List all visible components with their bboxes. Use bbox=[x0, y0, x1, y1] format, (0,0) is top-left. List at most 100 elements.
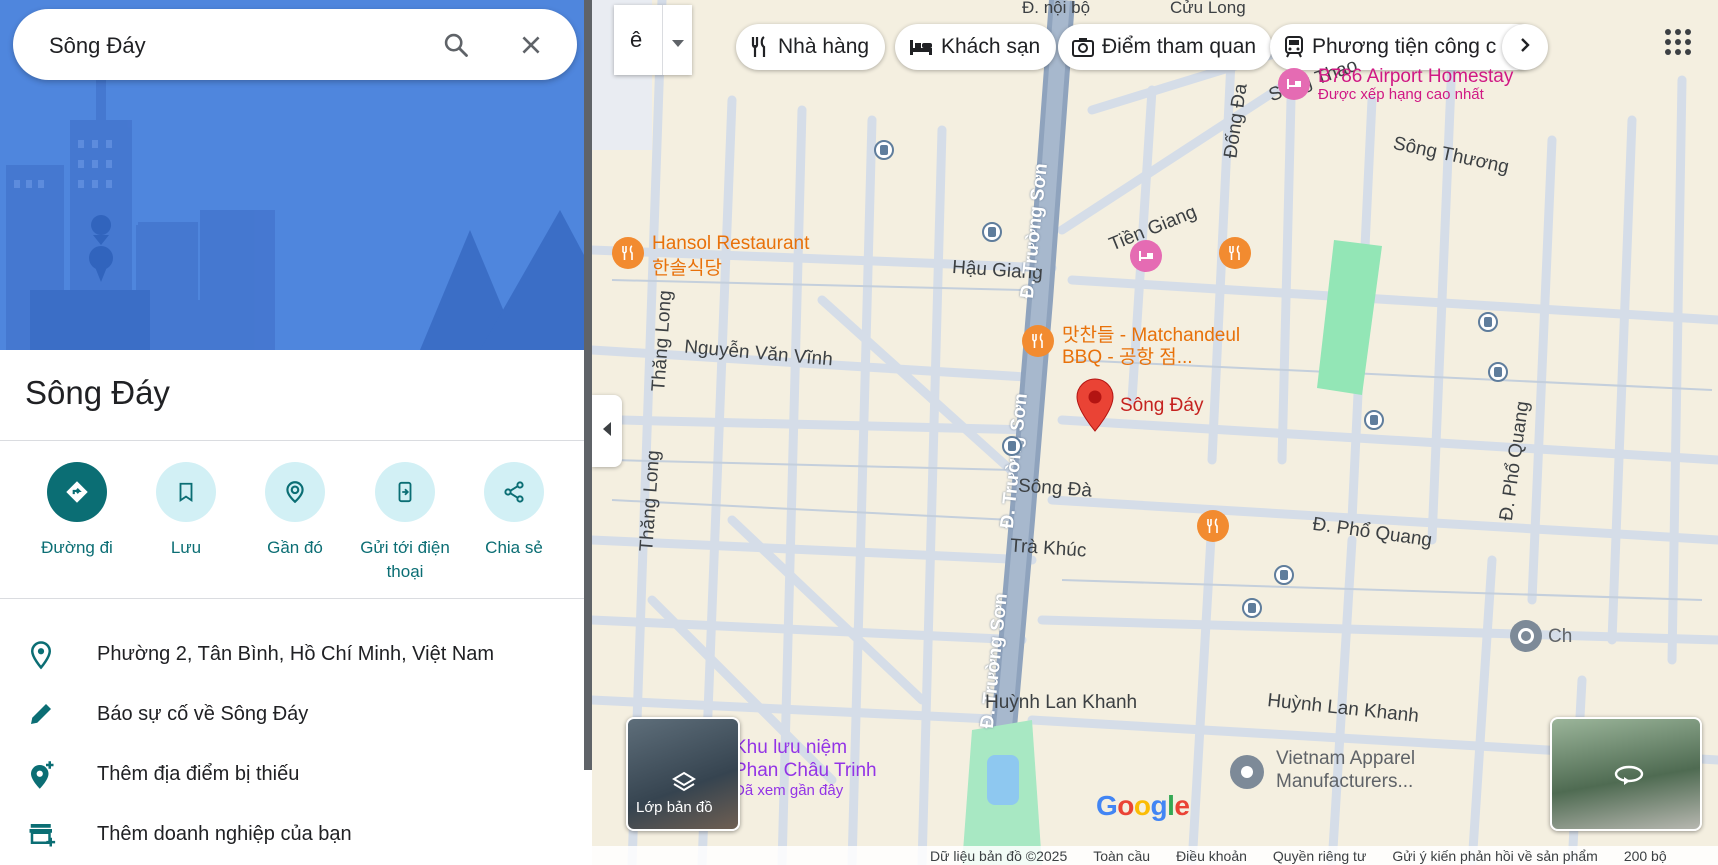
street-view-thumbnail[interactable] bbox=[1550, 717, 1702, 831]
send-to-phone-label: Gửi tới điện thoại bbox=[360, 538, 450, 581]
bus-stop-icon[interactable] bbox=[1488, 362, 1508, 382]
chip-transit[interactable]: Phương tiện công c bbox=[1270, 24, 1540, 70]
bus-stop-icon[interactable] bbox=[874, 140, 894, 160]
add-missing-text: Thêm địa điểm bị thiếu bbox=[97, 763, 300, 785]
poi-label: 한솔식당 bbox=[652, 258, 722, 279]
address-text: Phường 2, Tân Bình, Hồ Chí Minh, Việt Na… bbox=[97, 643, 495, 665]
divider bbox=[662, 5, 663, 75]
directions-label: Đường đi bbox=[41, 538, 113, 557]
phone-icon bbox=[375, 462, 435, 522]
location-pin-icon bbox=[26, 639, 58, 671]
language-label: ê bbox=[630, 27, 643, 52]
poi-sublabel: Đã xem gần đây bbox=[734, 782, 844, 799]
restaurant-icon[interactable] bbox=[1219, 237, 1251, 269]
collapse-panel-button[interactable] bbox=[592, 395, 622, 467]
search-box[interactable]: Sông Đáy bbox=[13, 9, 577, 80]
layers-label: Lớp bản đồ bbox=[636, 799, 713, 816]
location-pin-marker[interactable] bbox=[1076, 378, 1114, 437]
bookmark-icon bbox=[156, 462, 216, 522]
scale-label[interactable]: 200 bộ bbox=[1624, 848, 1667, 864]
language-control[interactable]: ê bbox=[614, 5, 692, 75]
restaurant-icon[interactable] bbox=[612, 237, 644, 269]
poi-label[interactable]: B786 Airport Homestay bbox=[1318, 66, 1513, 88]
storefront-add-icon bbox=[26, 819, 58, 851]
fork-knife-icon bbox=[751, 36, 766, 57]
map-canvas[interactable]: ê Nhà hàng Khách sạn Điểm tham quan Phươ… bbox=[592, 0, 1718, 865]
place-icon[interactable] bbox=[1230, 755, 1264, 789]
save-label: Lưu bbox=[170, 538, 202, 557]
layers-button[interactable]: Lớp bản đồ bbox=[626, 717, 740, 831]
poi-label[interactable]: Khu lưu niệm bbox=[734, 737, 847, 759]
camera-icon bbox=[1072, 38, 1094, 57]
directions-button[interactable]: Đường đi bbox=[22, 462, 132, 560]
bed-icon bbox=[910, 40, 932, 55]
chip-restaurants[interactable]: Nhà hàng bbox=[736, 24, 886, 70]
report-text: Báo sự cố về Sông Đáy bbox=[97, 703, 309, 725]
global-link[interactable]: Toàn cầu bbox=[1093, 848, 1150, 864]
apps-grid-icon[interactable] bbox=[1664, 28, 1692, 56]
chip-hotels[interactable]: Khách sạn bbox=[895, 24, 1057, 70]
chip-attractions[interactable]: Điểm tham quan bbox=[1058, 24, 1273, 70]
worship-icon[interactable] bbox=[1510, 620, 1542, 652]
add-location-icon bbox=[26, 759, 58, 791]
poi-label: Ch bbox=[1548, 626, 1573, 647]
hero-illustration: Sông Đáy bbox=[0, 0, 592, 350]
bus-stop-icon[interactable] bbox=[1478, 312, 1498, 332]
search-query[interactable]: Sông Đáy bbox=[49, 33, 146, 59]
chip-label: Khách sạn bbox=[941, 35, 1041, 58]
restaurant-icon[interactable] bbox=[1022, 325, 1054, 357]
chip-label: Điểm tham quan bbox=[1102, 35, 1257, 58]
chevron-left-icon bbox=[602, 421, 612, 441]
feedback-link[interactable]: Gửi ý kiến phản hồi về sản phẩm bbox=[1392, 848, 1598, 864]
bus-stop-icon[interactable] bbox=[1242, 598, 1262, 618]
poi-label: Manufacturers... bbox=[1276, 771, 1414, 792]
bus-stop-icon[interactable] bbox=[982, 222, 1002, 242]
chevron-right-icon bbox=[1520, 37, 1530, 58]
share-label: Chia sẻ bbox=[485, 538, 543, 557]
bus-stop-icon[interactable] bbox=[1002, 436, 1022, 456]
pencil-icon bbox=[26, 699, 58, 731]
chip-label: Phương tiện công c bbox=[1312, 35, 1497, 58]
report-row[interactable]: Báo sự cố về Sông Đáy bbox=[0, 689, 592, 739]
nearby-label: Gần đó bbox=[267, 538, 323, 557]
road-label: Cửu Long bbox=[1170, 0, 1246, 17]
map-footer: Dữ liệu bản đồ ©2025 Toàn cầu Điều khoản… bbox=[592, 846, 1718, 865]
chips-next-button[interactable] bbox=[1502, 24, 1548, 70]
poi-label[interactable]: Vietnam Apparel bbox=[1276, 748, 1415, 770]
bus-stop-icon[interactable] bbox=[1364, 410, 1384, 430]
layers-icon bbox=[672, 771, 696, 798]
poi-sublabel: Được xếp hạng cao nhất bbox=[1318, 86, 1484, 103]
hotel-icon[interactable] bbox=[1278, 68, 1310, 100]
search-icon[interactable] bbox=[438, 27, 474, 63]
google-logo: Google bbox=[1096, 790, 1190, 821]
panel-scrollbar[interactable] bbox=[584, 0, 592, 770]
share-icon bbox=[484, 462, 544, 522]
nearby-icon bbox=[265, 462, 325, 522]
poi-label: BBQ - 공항 점... bbox=[1062, 347, 1193, 368]
place-panel: Sông Đáy Sông Đáy Đường đi Lưu Gần đó Gử… bbox=[0, 0, 592, 865]
road-label: Đ. nội bộ bbox=[1022, 0, 1091, 17]
share-button[interactable]: Chia sẻ bbox=[459, 462, 569, 560]
send-to-phone-button[interactable]: Gửi tới điện thoại bbox=[350, 462, 460, 584]
place-title: Sông Đáy bbox=[25, 374, 170, 411]
road-label: Huỳnh Lan Khanh bbox=[985, 692, 1138, 713]
nearby-button[interactable]: Gần đó bbox=[240, 462, 350, 560]
bus-stop-icon[interactable] bbox=[1274, 565, 1294, 585]
rotate-360-icon bbox=[1614, 763, 1644, 790]
train-icon bbox=[1285, 36, 1303, 58]
chevron-down-icon[interactable] bbox=[672, 35, 684, 53]
add-missing-place-row[interactable]: Thêm địa điểm bị thiếu bbox=[0, 749, 592, 799]
divider bbox=[0, 598, 592, 599]
chip-label: Nhà hàng bbox=[778, 35, 870, 58]
close-icon[interactable] bbox=[513, 27, 549, 63]
poi-label[interactable]: Hansol Restaurant bbox=[652, 233, 809, 255]
pin-label[interactable]: Sông Đáy bbox=[1120, 395, 1203, 417]
divider bbox=[0, 440, 592, 441]
add-business-row[interactable]: Thêm doanh nghiệp của bạn bbox=[0, 809, 592, 859]
save-button[interactable]: Lưu bbox=[131, 462, 241, 560]
address-row[interactable]: Phường 2, Tân Bình, Hồ Chí Minh, Việt Na… bbox=[0, 629, 592, 679]
restaurant-icon[interactable] bbox=[1197, 510, 1229, 542]
terms-link[interactable]: Điều khoản bbox=[1176, 848, 1247, 864]
privacy-link[interactable]: Quyền riêng tư bbox=[1273, 848, 1366, 864]
hotel-icon[interactable] bbox=[1130, 240, 1162, 272]
